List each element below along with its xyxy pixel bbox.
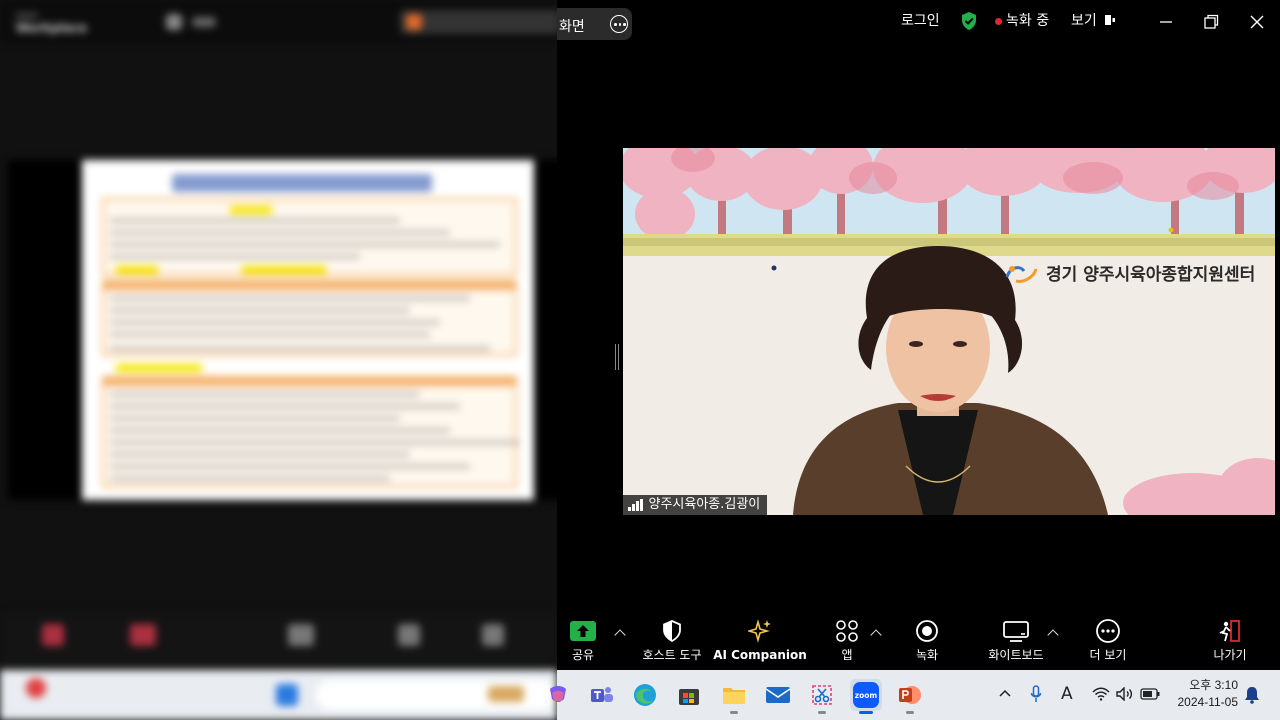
screen-share-pill[interactable]: 화면 [557,8,632,40]
store-icon [679,689,699,705]
restore-icon[interactable] [1201,12,1221,32]
clock-time: 오후 3:10 [1189,678,1238,692]
apps-label: 앱 [841,648,853,662]
host-shield-icon [663,620,681,642]
taskbar-store[interactable] [673,679,705,711]
leave-button[interactable]: 나가기 [1212,614,1248,670]
apps-icon [836,620,858,642]
taskbar-file-explorer[interactable] [718,679,750,714]
view-layout-icon [1105,15,1116,25]
login-button[interactable]: 로그인 [901,12,940,30]
taskbar-edge[interactable] [629,679,661,711]
taskbar-mail[interactable] [762,679,794,711]
powerpoint-icon [899,686,921,704]
blurred-titlebar: zoom Workplace [0,0,557,44]
copilot-icon [550,686,566,702]
panel-resize-handle[interactable] [615,344,619,370]
ai-companion-button[interactable]: AI Companion [713,614,807,670]
volume-icon[interactable] [1116,687,1134,701]
record-label: 녹화 [915,648,939,662]
participant-name-tag: 양주시육아종.김광이 [623,495,768,515]
whiteboard-icon [1003,621,1029,642]
edge-browser-icon [634,684,656,706]
more-options-icon[interactable] [610,15,628,33]
leave-label: 나가기 [1213,648,1247,662]
microphone-icon[interactable] [1030,685,1042,703]
share-screen-icon [570,621,596,641]
taskbar-clock[interactable]: 오후 3:10 2024-11-05 [1162,677,1239,711]
tray-overflow-chevron-icon[interactable] [999,689,1011,697]
blurred-brand: zoom Workplace [16,11,88,35]
shield-check-icon[interactable] [960,11,978,31]
share-label: 공유 [571,648,595,662]
zoom-app-icon: zoom [853,682,879,708]
notification-bell-icon[interactable] [1244,686,1260,704]
taskbar-copilot[interactable] [542,679,574,711]
meeting-toolbar: 공유 호스트 도구 AI Companion 앱 녹화 화이트보드 더 보기 나… [557,614,1280,670]
more-dots-icon [1096,619,1120,643]
signal-strength-icon [628,499,643,511]
screen-share-label: 화면 [559,19,585,35]
host-tools-button[interactable]: 호스트 도구 [637,614,707,670]
recording-indicator[interactable]: 녹화 중 [995,12,1049,30]
apps-caret-icon[interactable] [870,629,882,641]
ai-companion-label: AI Companion [713,648,807,662]
share-button[interactable]: 공유 [564,614,602,670]
minimize-icon[interactable] [1156,12,1176,32]
leave-exit-icon [1219,620,1240,642]
wifi-icon[interactable] [1092,687,1110,701]
taskbar-powerpoint[interactable] [894,679,926,714]
blurred-overlay: zoom Workplace [0,0,557,720]
svg-text:zoom: zoom [855,691,878,700]
record-icon [916,620,938,642]
view-label: 보기 [1071,13,1097,29]
more-button[interactable]: 더 보기 [1085,614,1131,670]
record-dot-icon [995,17,1002,25]
whiteboard-label: 화이트보드 [988,648,1044,662]
record-button[interactable]: 녹화 [907,614,947,670]
apps-button[interactable]: 앱 [832,614,862,670]
video-frame-image [623,148,1275,515]
blurred-taskbar [0,670,557,720]
ai-sparkle-icon [748,619,771,643]
taskbar-teams[interactable] [586,679,618,711]
teams-icon [591,687,613,702]
blurred-toolbar [0,614,557,670]
folder-icon [723,688,745,704]
center-logo-icon [1005,265,1038,283]
banner-text: 경기 양주시육아종합지원센터 [1046,265,1256,285]
taskbar-zoom[interactable]: zoom [850,679,882,714]
whiteboard-button[interactable]: 화이트보드 [982,614,1050,670]
snipping-tool-icon [812,685,832,705]
host-tools-label: 호스트 도구 [642,648,702,662]
view-button[interactable]: 보기 [1071,12,1116,30]
ime-indicator[interactable]: A [1061,684,1073,704]
participant-name: 양주시육아종.김광이 [648,497,761,512]
taskbar-snipping-tool[interactable] [806,679,838,714]
video-banner: 경기 양주시육아종합지원센터 [1004,260,1255,285]
participant-video[interactable] [623,148,1275,515]
close-icon[interactable] [1247,12,1267,32]
recording-label: 녹화 중 [1006,13,1050,29]
share-caret-icon[interactable] [614,629,626,641]
mail-icon [765,687,791,703]
windows-taskbar: zoom A 오후 3:10 2024-11-05 [550,670,1280,720]
clock-date: 2024-11-05 [1177,695,1239,709]
battery-icon[interactable] [1140,688,1160,700]
more-label: 더 보기 [1089,648,1127,662]
blurred-slide [82,160,534,500]
